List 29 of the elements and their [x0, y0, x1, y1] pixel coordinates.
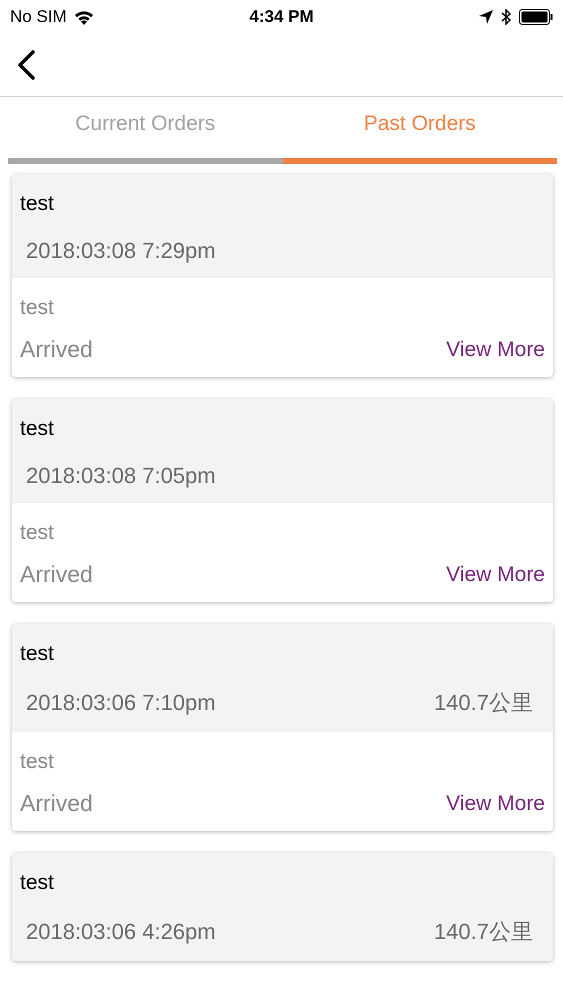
order-datetime: 2018:03:08 7:05pm [26, 463, 216, 489]
location-arrow-icon [479, 10, 493, 24]
order-title: test [20, 642, 54, 666]
order-datetime: 2018:03:06 4:26pm [26, 919, 216, 945]
order-status: Arrived [20, 561, 93, 588]
view-more-link[interactable]: View More [446, 562, 545, 586]
carrier-label: No SIM [10, 7, 67, 27]
view-more-link[interactable]: View More [446, 338, 545, 362]
order-title: test [20, 192, 54, 216]
order-title: test [20, 417, 54, 441]
order-datetime: 2018:03:08 7:29pm [26, 238, 216, 264]
view-more-link[interactable]: View More [446, 792, 545, 816]
order-title: test [20, 871, 54, 895]
wifi-icon [74, 10, 94, 24]
order-note: test [20, 296, 54, 320]
bluetooth-icon [501, 9, 511, 25]
clock-time: 4:34 PM [249, 7, 314, 27]
order-card[interactable]: test 2018:03:08 7:05pm test Arrived View More [12, 399, 553, 602]
order-status: Arrived [20, 790, 93, 817]
battery-icon [519, 9, 553, 25]
order-note: test [20, 521, 54, 545]
order-card[interactable]: test 2018:03:06 4:26pm 140.7公里 [12, 853, 553, 961]
order-card[interactable]: test 2018:03:06 7:10pm 140.7公里 test Arrived View More [12, 624, 553, 831]
order-distance: 140.7公里 [434, 689, 533, 717]
order-distance: 140.7公里 [434, 918, 533, 946]
order-note: test [20, 750, 54, 774]
order-card[interactable]: test 2018:03:08 7:29pm test Arrived View More [12, 174, 553, 377]
order-datetime: 2018:03:06 7:10pm [26, 690, 216, 716]
order-status: Arrived [20, 336, 93, 363]
